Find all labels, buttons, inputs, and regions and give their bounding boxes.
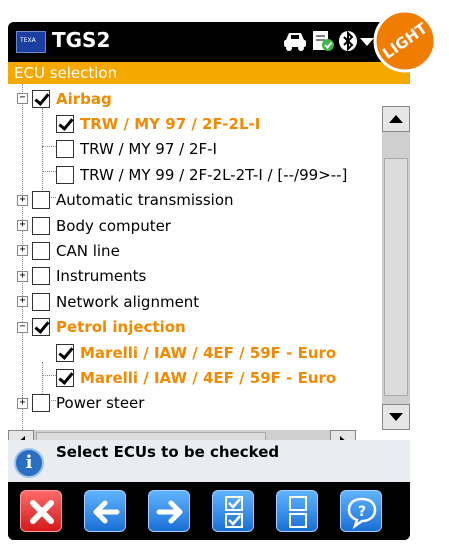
texa-logo: TEXA — [16, 31, 46, 53]
tree-group-row[interactable]: Petrol injection — [32, 315, 186, 340]
vertical-scroll-thumb[interactable] — [384, 158, 408, 396]
tree-group-row[interactable]: Airbag — [32, 86, 112, 111]
tree-ecu-row[interactable]: TRW / MY 97 / 2F-I — [56, 137, 217, 162]
document-check-icon — [313, 31, 334, 51]
close-icon — [30, 500, 54, 524]
tree-ecu-row[interactable]: Marelli / IAW / 4EF / 59F - Euro — [56, 365, 336, 390]
scroll-down-button[interactable] — [382, 404, 410, 430]
horizontal-scroll-thumb[interactable] — [36, 432, 266, 440]
checkbox[interactable] — [32, 318, 50, 337]
tree-group-row[interactable]: Body computer — [32, 213, 171, 238]
tree-group-row[interactable]: Network alignment — [32, 289, 199, 314]
tree-connector — [22, 84, 23, 430]
scroll-right-button[interactable] — [330, 430, 356, 440]
tree-group-row[interactable]: Automatic transmission — [32, 188, 234, 213]
tree-group-row[interactable]: Instruments — [32, 264, 146, 289]
section-header: ECU selection — [8, 62, 410, 84]
select-all-button[interactable] — [212, 490, 254, 532]
checkbox[interactable] — [56, 114, 74, 133]
tree-connector — [42, 171, 56, 172]
tree-item-label: CAN line — [56, 241, 120, 260]
expand-collapse-toggle[interactable]: + — [17, 220, 28, 231]
arrow-down-icon — [389, 413, 403, 421]
expand-collapse-toggle[interactable]: + — [17, 245, 28, 257]
light-badge: LIGHT — [373, 9, 437, 73]
info-bar: i Select ECUs to be checked — [8, 440, 410, 482]
help-icon: ? — [347, 497, 377, 530]
expand-collapse-toggle[interactable]: − — [17, 93, 28, 104]
expand-collapse-toggle[interactable]: − — [17, 321, 28, 333]
checkbox[interactable] — [32, 292, 50, 311]
uncheck-all-icon — [289, 496, 307, 528]
tree-group-row[interactable]: Power steer — [32, 391, 144, 416]
arrow-up-icon — [389, 115, 403, 123]
expand-collapse-toggle[interactable]: + — [17, 397, 28, 409]
tree-connector — [42, 146, 56, 147]
tree-item-label: Petrol injection — [56, 318, 186, 337]
tree-ecu-row[interactable]: Marelli / IAW / 4EF / 59F - Euro — [56, 340, 336, 365]
checkbox[interactable] — [56, 140, 74, 159]
scroll-corner — [356, 430, 410, 440]
checkbox[interactable] — [32, 394, 50, 413]
checkbox[interactable] — [32, 216, 50, 235]
info-icon: i — [14, 448, 44, 478]
scroll-left-button[interactable] — [8, 430, 34, 440]
tree-item-label: TRW / MY 97 / 2F-I — [80, 140, 217, 159]
ecu-tree-panel: − Airbag TRW / MY 97 / 2F-2L-I TRW / MY 97 … — [8, 84, 410, 440]
arrow-left-icon — [93, 500, 120, 524]
bluetooth-icon — [339, 30, 357, 52]
tree-group-row[interactable]: CAN line — [32, 238, 120, 263]
checkbox[interactable] — [32, 191, 50, 210]
check-all-icon — [225, 496, 243, 528]
tree-item-label: TRW / MY 99 / 2F-2L-2T-I / [--/99>--] — [80, 165, 348, 184]
tree-item-label: Automatic transmission — [56, 191, 234, 210]
checkbox[interactable] — [56, 343, 74, 362]
expand-collapse-toggle[interactable]: + — [17, 194, 28, 206]
svg-text:?: ? — [358, 504, 366, 520]
expand-collapse-toggle[interactable]: + — [17, 296, 28, 308]
tree-ecu-row[interactable]: TRW / MY 97 / 2F-2L-I — [56, 111, 260, 136]
forward-button[interactable] — [148, 490, 190, 532]
checkbox[interactable] — [56, 368, 74, 387]
back-button[interactable] — [84, 490, 126, 532]
tree-item-label: Marelli / IAW / 4EF / 59F - Euro — [80, 368, 337, 387]
expand-collapse-toggle[interactable]: + — [17, 270, 28, 282]
device-screen: TEXA TGS2 ECU selection − Airbag TRW / M… — [8, 22, 410, 540]
info-message: Select ECUs to be checked — [56, 443, 280, 461]
tree-ecu-row[interactable]: TRW / MY 99 / 2F-2L-2T-I / [--/99>--] — [56, 162, 347, 187]
tree-item-label: Instruments — [56, 267, 147, 286]
scroll-up-button[interactable] — [382, 106, 410, 132]
checkbox[interactable] — [32, 267, 50, 286]
cancel-button[interactable] — [20, 490, 62, 532]
tree-connector — [42, 375, 56, 376]
title-bar: TEXA TGS2 — [8, 22, 410, 60]
tree-item-label: Airbag — [56, 89, 112, 108]
logo-text: TEXA — [20, 37, 36, 44]
deselect-all-button[interactable] — [276, 490, 318, 532]
tree-item-label: Marelli / IAW / 4EF / 59F - Euro — [80, 343, 337, 362]
bottom-toolbar: ? — [8, 482, 410, 540]
help-button[interactable]: ? — [340, 490, 382, 532]
checkbox[interactable] — [32, 89, 50, 108]
car-icon — [284, 33, 306, 51]
checkbox[interactable] — [56, 165, 74, 184]
arrow-right-icon — [156, 500, 183, 524]
tree-item-label: TRW / MY 97 / 2F-2L-I — [80, 114, 261, 133]
tree-item-label: Body computer — [56, 216, 171, 235]
checkbox[interactable] — [32, 241, 50, 260]
tree-item-label: Power steer — [56, 394, 145, 413]
tree-item-label: Network alignment — [56, 292, 200, 311]
ecu-tree: − Airbag TRW / MY 97 / 2F-2L-I TRW / MY 97 … — [8, 84, 382, 430]
app-title: TGS2 — [52, 28, 111, 52]
